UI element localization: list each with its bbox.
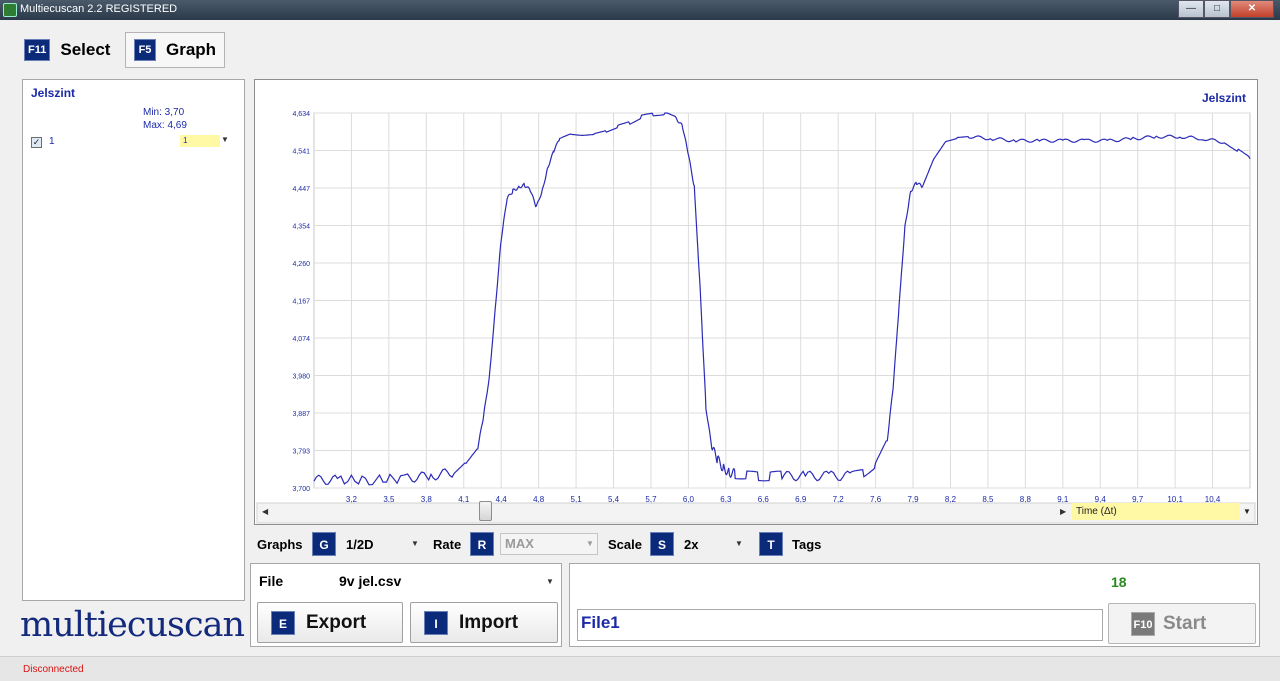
scale-key-badge: S — [650, 532, 674, 556]
window-title: Multiecuscan 2.2 REGISTERED — [20, 3, 178, 15]
chevron-down-icon[interactable]: ▼ — [586, 539, 594, 548]
chevron-down-icon[interactable]: ▼ — [546, 577, 554, 586]
y-tick-label: 4,074 — [292, 336, 310, 343]
export-button[interactable]: E Export — [257, 602, 403, 643]
channel-label: 1 — [49, 136, 55, 147]
chevron-down-icon[interactable]: ▼ — [411, 539, 419, 548]
y-tick-label: 4,354 — [292, 224, 310, 231]
file-select[interactable]: 9v jel.csv — [339, 573, 401, 589]
app-icon — [3, 3, 17, 17]
import-label: Import — [459, 611, 519, 633]
multiecuscan-logo: multiecuscan — [20, 605, 245, 645]
start-label: Start — [1163, 612, 1207, 634]
status-bar: Disconnected — [0, 656, 1280, 681]
f5-key-badge: F5 — [134, 39, 156, 61]
start-button[interactable]: F10 Start — [1108, 603, 1256, 644]
import-button[interactable]: I Import — [410, 602, 558, 643]
record-count: 18 — [1111, 574, 1127, 590]
time-scrollbar-thumb[interactable] — [479, 501, 492, 521]
graph-panel: 4,634 4,541 4,447 4,354 4,260 4,167 4,074 3,980… — [254, 79, 1258, 525]
y-tick-label: 3,700 — [292, 486, 310, 493]
file-label: File — [259, 573, 284, 589]
import-key-badge: I — [424, 610, 448, 635]
x-axis-mode-select[interactable]: Time (Δt) — [1072, 503, 1240, 520]
signal-max: Max: 4,69 — [143, 120, 187, 131]
scroll-left-arrow-icon[interactable]: ◀ — [262, 507, 268, 516]
y-tick-label: 3,887 — [292, 411, 310, 418]
maximize-button[interactable]: □ — [1204, 0, 1230, 18]
export-label: Export — [306, 611, 367, 633]
signal-list-panel: Jelszint Min: 3,70 Max: 4,69 ✓ 1 1 ▼ — [22, 79, 245, 601]
y-tick-label: 3,980 — [292, 374, 310, 381]
graphs-select[interactable]: 1/2D — [346, 537, 373, 552]
y-tick-label: 4,260 — [292, 261, 310, 268]
signal-min: Min: 3,70 — [143, 107, 185, 118]
scale-select[interactable]: 2x — [684, 537, 698, 552]
recording-panel: 18 File1 F10 Start — [569, 563, 1260, 647]
scale-label: Scale — [608, 536, 642, 552]
tab-graph-label: Graph — [166, 40, 217, 59]
rate-select[interactable]: MAX — [500, 533, 598, 555]
window-controls: — □ ✕ — [1178, 0, 1274, 18]
connection-status: Disconnected — [23, 664, 84, 675]
scroll-right-arrow-icon[interactable]: ▶ — [1060, 507, 1066, 516]
start-key-badge: F10 — [1131, 611, 1155, 636]
rate-label: Rate — [433, 536, 462, 552]
chevron-down-icon[interactable]: ▼ — [1243, 507, 1251, 516]
rate-key-badge: R — [470, 532, 494, 556]
y-tick-label: 4,541 — [292, 149, 310, 156]
chevron-down-icon[interactable]: ▼ — [221, 135, 229, 144]
tab-select-label: Select — [60, 40, 111, 59]
line-chart: 4,634 4,541 4,447 4,354 4,260 4,167 4,074 3,980… — [256, 91, 1256, 524]
tab-graph[interactable]: F5 Graph — [125, 32, 226, 68]
graphs-label: Graphs — [257, 536, 303, 552]
tab-select[interactable]: F11 Select — [16, 32, 118, 68]
tags-key-badge: T — [759, 532, 783, 556]
file-name-input[interactable]: File1 — [577, 609, 1103, 641]
y-tick-label: 3,793 — [292, 449, 310, 456]
chevron-down-icon[interactable]: ▼ — [735, 539, 743, 548]
tags-button[interactable]: Tags — [792, 532, 821, 556]
y-tick-label: 4,447 — [292, 186, 310, 193]
graphs-key-badge: G — [312, 532, 336, 556]
file-panel: File 9v jel.csv ▼ E Export I Import — [250, 563, 562, 647]
title-bar: Multiecuscan 2.2 REGISTERED — □ ✕ — [0, 0, 1280, 20]
close-button[interactable]: ✕ — [1230, 0, 1274, 18]
minimize-button[interactable]: — — [1178, 0, 1204, 18]
y-tick-label: 4,634 — [292, 111, 310, 118]
channel-checkbox[interactable]: ✓ — [31, 137, 42, 148]
chart-title: Jelszint — [1202, 91, 1246, 105]
export-key-badge: E — [271, 610, 295, 635]
channel-select[interactable]: 1 — [180, 135, 220, 147]
y-tick-label: 4,167 — [292, 299, 310, 306]
f11-key-badge: F11 — [24, 39, 51, 61]
signal-title: Jelszint — [31, 86, 76, 100]
